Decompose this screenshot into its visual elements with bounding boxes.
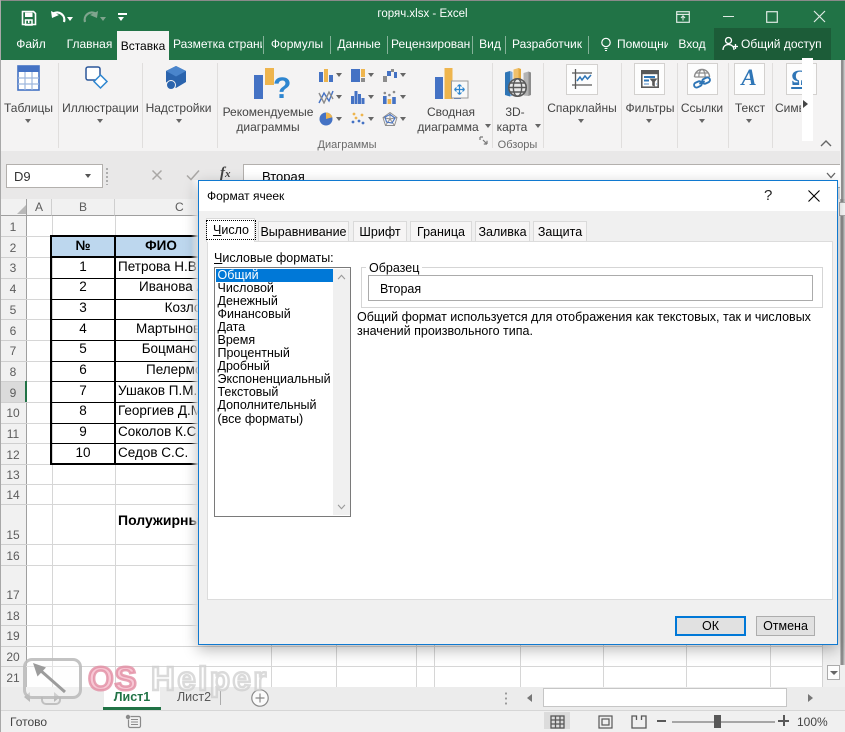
svg-text:?: ? <box>273 72 290 101</box>
